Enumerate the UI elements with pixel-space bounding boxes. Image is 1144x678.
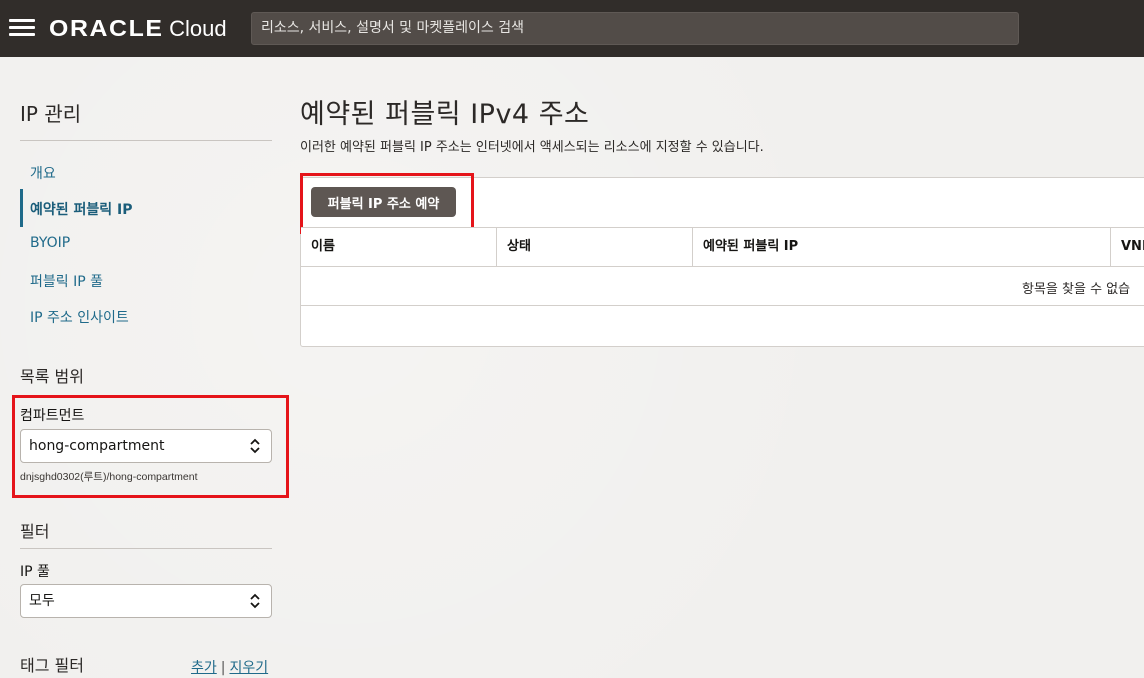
divider: [20, 548, 272, 549]
tag-filter-heading: 태그 필터: [20, 656, 84, 675]
menu-icon[interactable]: [9, 18, 35, 38]
page-title: 예약된 퍼블릭 IPv4 주소: [300, 99, 590, 130]
table-header: 이름 상태 예약된 퍼블릭 IP VNI: [301, 227, 1144, 267]
ip-pool-value: 모두: [29, 593, 55, 609]
sidebar-title: IP 관리: [20, 102, 82, 126]
column-header-name[interactable]: 이름: [301, 228, 497, 266]
ip-pool-select[interactable]: 모두: [20, 584, 272, 618]
sidebar-item-overview[interactable]: 개요: [30, 163, 56, 183]
table-row: [301, 267, 1144, 306]
compartment-select[interactable]: hong-compartment: [20, 429, 272, 463]
reserve-public-ip-button[interactable]: 퍼블릭 IP 주소 예약: [311, 187, 456, 217]
compartment-label: 컴파트먼트: [20, 408, 85, 424]
sidebar-item-ip-address-insights[interactable]: IP 주소 인사이트: [30, 307, 129, 327]
ip-pool-label: IP 풀: [20, 564, 50, 580]
clear-tag-filter-link[interactable]: 지우기: [229, 660, 268, 676]
filter-heading: 필터: [20, 522, 50, 541]
column-header-state[interactable]: 상태: [497, 228, 693, 266]
chevron-up-down-icon: [250, 438, 260, 454]
column-header-vnic[interactable]: VNI: [1111, 228, 1144, 266]
brand-name: ORACLE: [49, 15, 164, 41]
compartment-path: dnjsghd0302(루트)/hong-compartment: [20, 471, 198, 483]
sidebar-item-reserved-public-ip[interactable]: 예약된 퍼블릭 IP: [30, 199, 133, 219]
list-scope-heading: 목록 범위: [20, 367, 84, 386]
tag-filter-links: 추가 | 지우기: [191, 657, 268, 677]
oracle-cloud-logo[interactable]: ORACLE Cloud: [49, 15, 227, 43]
compartment-value: hong-compartment: [29, 438, 165, 454]
divider: [20, 140, 272, 141]
separator: |: [220, 660, 226, 676]
empty-message: 항목을 찾을 수 없습: [1022, 282, 1131, 297]
chevron-up-down-icon: [250, 593, 260, 609]
column-header-reserved-public-ip[interactable]: 예약된 퍼블릭 IP: [693, 228, 1111, 266]
add-tag-filter-link[interactable]: 추가: [191, 660, 217, 676]
active-indicator: [20, 189, 23, 227]
brand-product: Cloud: [169, 16, 227, 41]
sidebar-item-public-ip-pools[interactable]: 퍼블릭 IP 풀: [30, 271, 103, 291]
sidebar-item-byoip[interactable]: BYOIP: [30, 235, 70, 251]
page-description: 이러한 예약된 퍼블릭 IP 주소는 인터넷에서 액세스되는 리소스에 지정할 …: [300, 140, 764, 155]
top-navigation-bar: ORACLE Cloud 리소스, 서비스, 설명서 및 마켓플레이스 검색: [0, 0, 1144, 57]
search-input[interactable]: 리소스, 서비스, 설명서 및 마켓플레이스 검색: [251, 12, 1019, 45]
